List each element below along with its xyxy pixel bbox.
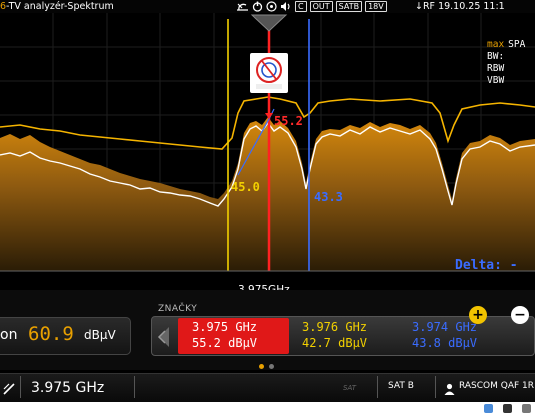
plus-icon: + [472, 307, 484, 323]
rbw-label: RBW [487, 63, 505, 74]
footer-sat-logo: SAT [343, 384, 356, 392]
markers-collapse-button[interactable] [153, 324, 173, 350]
taskbar-app-icon[interactable] [484, 404, 493, 413]
app-title-text: -TV analyzér-Spektrum [6, 1, 114, 12]
taskbar-app-icon[interactable] [503, 404, 512, 413]
rf-indicator: ↓RF [415, 1, 436, 12]
brand-logo [250, 53, 288, 93]
tuner-icon[interactable] [2, 381, 16, 400]
taskbar [0, 402, 535, 415]
marker1-point [265, 113, 273, 119]
sat-indicator: SATB [335, 1, 363, 12]
marker2-level-label: 45.0 [231, 180, 260, 194]
signal-icon [266, 1, 277, 12]
add-marker-button[interactable]: + [469, 306, 487, 324]
user-icon [444, 380, 455, 399]
max-hold-label: max [487, 39, 505, 50]
span-label: SPA [508, 39, 526, 50]
footer-divider [377, 376, 378, 398]
c-indicator: C [295, 1, 307, 12]
marker2-level[interactable]: 42.7 dBµV [302, 336, 367, 350]
satellite-dish-icon [236, 1, 249, 12]
delta-label: Delta: - [455, 258, 518, 273]
markers-title: ZNAČKY [158, 304, 198, 314]
chevron-left-icon [157, 327, 169, 347]
sound-icon [280, 1, 292, 12]
page-indicator [259, 364, 279, 369]
status-bar: 6-TV analyzér-Spektrum C OUT SATB 18V ↓R… [0, 0, 535, 13]
power-icon [252, 1, 263, 12]
marker1-level: 55.2 dBµV [192, 336, 258, 350]
footer-divider [435, 376, 436, 398]
bw-label: BW: [487, 51, 505, 62]
marker3-frequency[interactable]: 3.974 GHz [412, 320, 477, 334]
footer-divider [20, 376, 21, 398]
app-title: 6-TV analyzér-Spektrum [0, 1, 114, 12]
voltage-indicator: 18V [365, 1, 387, 12]
marker3-level-label: 43.3 [314, 190, 343, 204]
spectrum-display[interactable]: max SPA BW: RBW VBW 55.2 45.0 43.3 Delta:… [0, 13, 535, 296]
page-dot-active[interactable] [259, 364, 264, 369]
spectrum-settings-info: max SPA BW: RBW VBW [487, 39, 525, 87]
footer-channel[interactable]: RASCOM QAF 1R [459, 381, 534, 391]
status-right: ↓RF 19.10.25 11:1 [415, 0, 505, 13]
level-label: on [0, 327, 18, 343]
vbw-label: VBW [487, 75, 505, 86]
marker1-level-label: 55.2 [274, 114, 303, 128]
out-indicator: OUT [309, 1, 333, 12]
datetime: 19.10.25 11:1 [438, 1, 505, 12]
marker2-frequency[interactable]: 3.976 GHz [302, 320, 367, 334]
taskbar-app-icon[interactable] [522, 404, 531, 413]
footer-sat-b[interactable]: SAT B [388, 381, 414, 391]
marker3-level[interactable]: 43.8 dBµV [412, 336, 477, 350]
footer-divider [134, 376, 135, 398]
minus-icon: − [514, 307, 526, 323]
page-dot[interactable] [269, 364, 274, 369]
footer-frequency[interactable]: 3.975 GHz [31, 380, 104, 396]
status-icons: C OUT SATB 18V [236, 0, 390, 13]
center-marker-icon [250, 14, 288, 32]
remove-marker-button[interactable]: − [511, 306, 529, 324]
marker1-frequency: 3.975 GHz [192, 320, 258, 334]
level-value: 60.9 [28, 323, 74, 345]
level-unit: dBµV [84, 328, 116, 342]
